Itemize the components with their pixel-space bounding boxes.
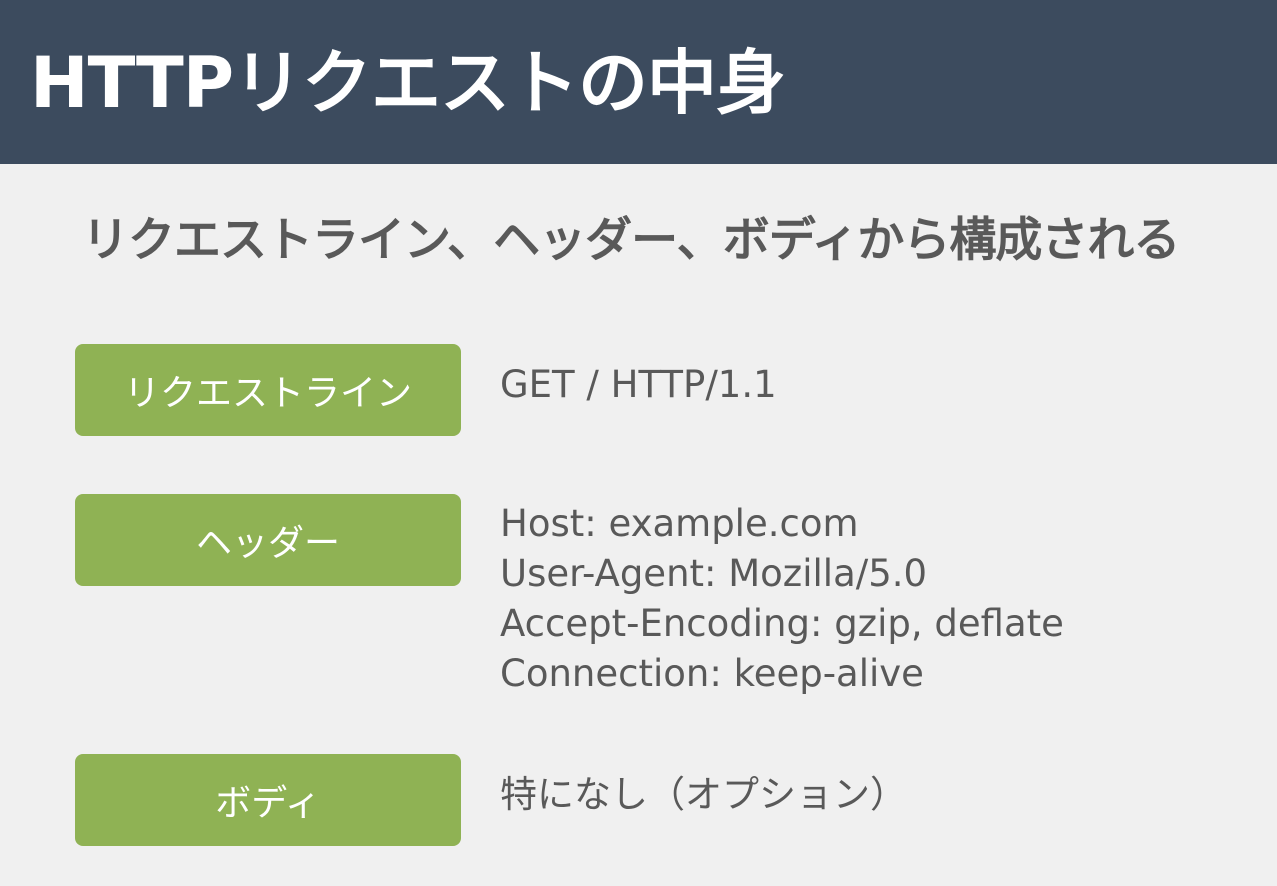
body-content: 特になし（オプション） <box>500 770 907 820</box>
header-line-connection: Connection: keep-alive <box>500 652 924 695</box>
request-line-label: リクエストライン <box>75 344 461 436</box>
page-title: HTTPリクエストの中身 <box>30 42 786 124</box>
header-content: Host: example.com User-Agent: Mozilla/5.… <box>500 499 1064 699</box>
title-bar: HTTPリクエストの中身 <box>0 0 1277 164</box>
body-text: 特になし（オプション） <box>500 773 907 816</box>
body-label-text: ボディ <box>215 783 321 824</box>
header-line-accept-encoding: Accept-Encoding: gzip, deflate <box>500 602 1064 645</box>
header-label-text: ヘッダー <box>195 523 340 564</box>
request-line-content: GET / HTTP/1.1 <box>500 360 777 410</box>
request-line-text: GET / HTTP/1.1 <box>500 363 777 406</box>
header-label: ヘッダー <box>75 494 461 586</box>
body-label: ボディ <box>75 754 461 846</box>
header-line-host: Host: example.com <box>500 502 859 545</box>
request-line-label-text: リクエストライン <box>123 373 412 414</box>
page-subtitle: リクエストライン、ヘッダー、ボディから構成される <box>82 213 1180 268</box>
header-line-user-agent: User-Agent: Mozilla/5.0 <box>500 552 928 595</box>
